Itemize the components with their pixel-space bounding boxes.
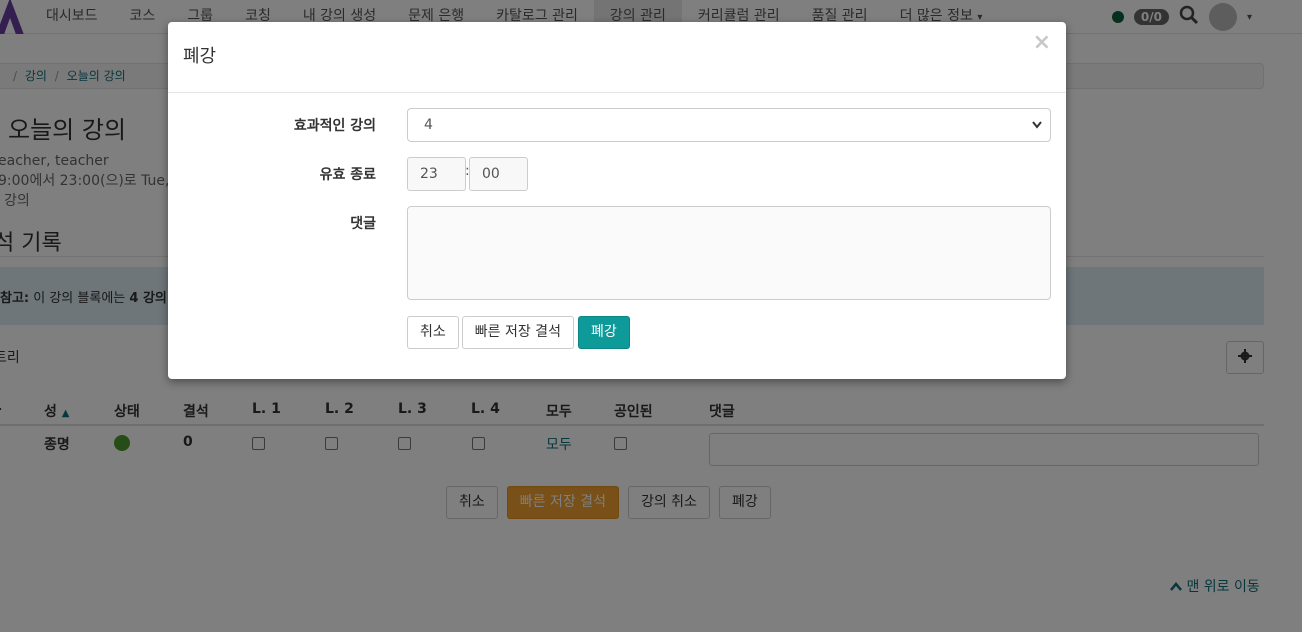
close-lecture-modal: 폐강 × 효과적인 강의 4 유효 종료 23 : 00 댓글 취소 빠른 저장… (168, 22, 1066, 379)
chevron-down-icon (1032, 109, 1042, 153)
effective-lecture-select[interactable]: 4 (407, 108, 1051, 142)
modal-title: 폐강 (183, 46, 217, 67)
close-icon[interactable]: × (1033, 30, 1051, 55)
comment-label: 댓글 (350, 216, 376, 232)
hour-input[interactable]: 23 (407, 157, 466, 191)
modal-quick-save-button[interactable]: 빠른 저장 결석 (461, 316, 574, 349)
minute-input[interactable]: 00 (469, 157, 528, 191)
modal-actions: 취소 빠른 저장 결석 폐강 (407, 316, 630, 349)
valid-end-label: 유효 종료 (319, 167, 376, 183)
modal-cancel-button[interactable]: 취소 (407, 316, 459, 349)
modal-close-lecture-button[interactable]: 폐강 (577, 316, 630, 349)
effective-lecture-value: 4 (424, 117, 433, 133)
modal-header: 폐강 × (168, 22, 1066, 93)
comment-textarea[interactable] (407, 206, 1051, 300)
effective-lecture-label: 효과적인 강의 (293, 118, 376, 134)
